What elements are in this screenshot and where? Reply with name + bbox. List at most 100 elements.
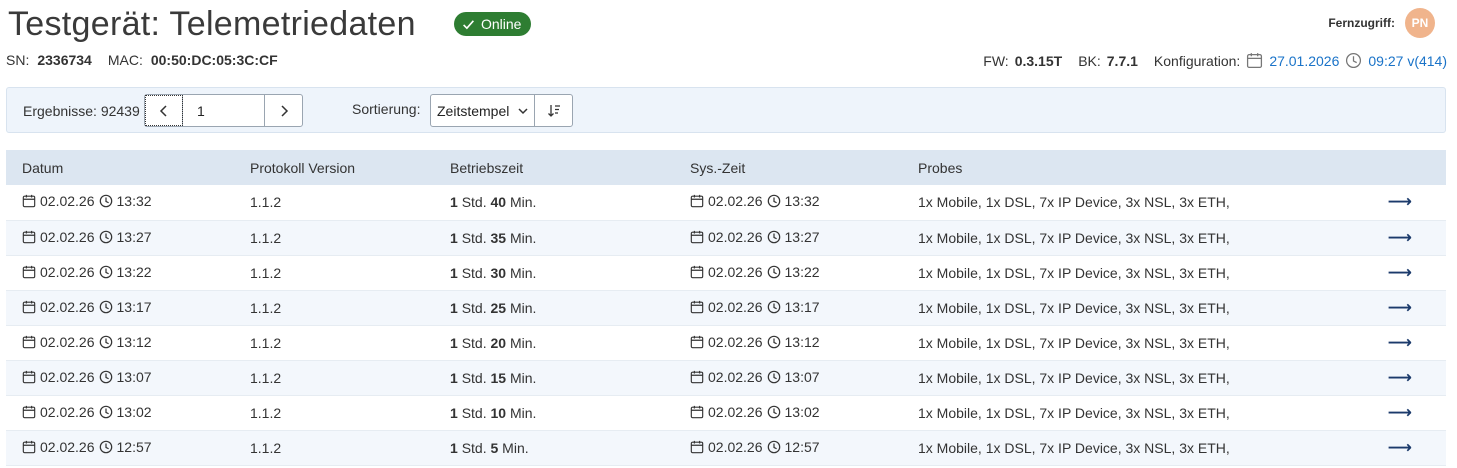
arrow-right-icon[interactable]: ⟶ <box>1388 228 1412 247</box>
cell-probes: 1x Mobile, 1x DSL, 7x IP Device, 3x NSL,… <box>902 395 1366 431</box>
calendar-icon <box>1247 53 1263 69</box>
table-row[interactable]: 02.02.26 13:27 1.1.2 1 Std. 35 Min. 02.02.26… <box>6 220 1446 256</box>
uptime-minutes: 30 <box>490 264 507 281</box>
uptime-hours: 1 <box>450 299 458 316</box>
calendar-icon <box>22 195 36 208</box>
arrow-right-icon[interactable]: ⟶ <box>1388 333 1412 352</box>
table-row[interactable]: 02.02.26 13:22 1.1.2 1 Std. 30 Min. 02.02.26… <box>6 255 1446 291</box>
table-row[interactable]: 02.02.26 13:12 1.1.2 1 Std. 20 Min. 02.02.26… <box>6 325 1446 361</box>
cell-sys-zeit: 02.02.26 13:07 <box>674 360 902 396</box>
uptime-minutes: 20 <box>490 334 507 351</box>
minutes-unit: Min. <box>509 369 537 386</box>
sort-control: Zeitstempel <box>430 94 573 127</box>
page-number-input[interactable]: 1 <box>183 95 264 126</box>
column-header-betriebszeit[interactable]: Betriebszeit <box>434 150 674 185</box>
arrow-right-icon[interactable]: ⟶ <box>1388 403 1412 422</box>
minutes-unit: Min. <box>509 299 537 316</box>
cell-protokoll-version: 1.1.2 <box>234 290 434 326</box>
cell-probes: 1x Mobile, 1x DSL, 7x IP Device, 3x NSL,… <box>902 185 1366 221</box>
status-label: Online <box>481 16 522 32</box>
cell-protokoll-version: 1.1.2 <box>234 360 434 396</box>
table-row[interactable]: 02.02.26 12:57 1.1.2 1 Std. 5 Min. 02.02.26 1… <box>6 430 1446 466</box>
cell-sys-zeit: 02.02.26 13:32 <box>674 185 902 221</box>
calendar-icon <box>690 195 704 208</box>
arrow-right-icon[interactable]: ⟶ <box>1388 438 1412 457</box>
time-value: 13:22 <box>116 263 152 280</box>
cell-betriebszeit: 1 Std. 10 Min. <box>434 395 674 431</box>
sort-label: Sortierung: <box>352 101 421 117</box>
column-header-sys-zeit[interactable]: Sys.-Zeit <box>674 150 902 185</box>
uptime-hours: 1 <box>450 334 458 351</box>
clock-icon <box>99 405 112 418</box>
clock-icon <box>767 300 780 313</box>
next-page-button[interactable] <box>264 95 302 126</box>
uptime-hours: 1 <box>450 264 458 281</box>
arrow-right-icon[interactable]: ⟶ <box>1388 368 1412 387</box>
cell-betriebszeit: 1 Std. 35 Min. <box>434 220 674 256</box>
sort-descending-icon <box>547 104 560 117</box>
uptime-hours: 1 <box>450 194 458 211</box>
cell-sys-zeit: 02.02.26 13:17 <box>674 290 902 326</box>
uptime-minutes: 15 <box>490 369 507 386</box>
arrow-right-icon[interactable]: ⟶ <box>1388 263 1412 282</box>
date-value: 02.02.26 <box>40 368 95 385</box>
minutes-unit: Min. <box>509 264 537 281</box>
chevron-left-icon <box>159 104 167 117</box>
table-row[interactable]: 02.02.26 13:17 1.1.2 1 Std. 25 Min. 02.02.26… <box>6 290 1446 326</box>
avatar[interactable]: PN <box>1405 8 1435 38</box>
table-body: 02.02.26 13:32 1.1.2 1 Std. 40 Min. 02.02.26… <box>6 185 1446 466</box>
calendar-icon <box>22 440 36 453</box>
uptime-hours: 1 <box>450 229 458 246</box>
arrow-right-icon[interactable]: ⟶ <box>1388 298 1412 317</box>
cell-sys-zeit: 02.02.26 12:57 <box>674 430 902 466</box>
clock-icon <box>99 230 112 243</box>
sys-date-value: 02.02.26 <box>708 403 763 420</box>
sort-select[interactable]: Zeitstempel <box>431 95 535 126</box>
cell-datum: 02.02.26 13:32 <box>6 185 234 221</box>
cell-action: ⟶ <box>1366 255 1446 291</box>
clock-icon <box>99 370 112 383</box>
calendar-icon <box>22 265 36 278</box>
cell-action: ⟶ <box>1366 290 1446 326</box>
hours-unit: Std. <box>461 404 487 421</box>
table-header-row: Datum Protokoll Version Betriebszeit Sys… <box>6 150 1446 185</box>
sys-date-value: 02.02.26 <box>708 298 763 315</box>
column-header-protokoll-version[interactable]: Protokoll Version <box>234 150 434 185</box>
sort-direction-button[interactable] <box>535 95 572 126</box>
pagination: 1 <box>144 94 303 127</box>
config-label: Konfiguration: <box>1153 52 1241 69</box>
calendar-icon <box>22 335 36 348</box>
calendar-icon <box>690 265 704 278</box>
config-time-link[interactable]: 09:27 v(414) <box>1368 53 1447 69</box>
table-row[interactable]: 02.02.26 13:07 1.1.2 1 Std. 15 Min. 02.02.26… <box>6 360 1446 396</box>
column-header-datum[interactable]: Datum <box>6 150 234 185</box>
chevron-down-icon <box>518 107 528 114</box>
config-date-link[interactable]: 27.01.2026 <box>1269 53 1339 69</box>
table-row[interactable]: 02.02.26 13:02 1.1.2 1 Std. 10 Min. 02.02.26… <box>6 395 1446 431</box>
time-value: 13:12 <box>116 333 152 350</box>
cell-sys-zeit: 02.02.26 13:27 <box>674 220 902 256</box>
hours-unit: Std. <box>461 299 487 316</box>
arrow-right-icon[interactable]: ⟶ <box>1388 192 1412 211</box>
date-value: 02.02.26 <box>40 298 95 315</box>
clock-icon <box>99 300 112 313</box>
table-row[interactable]: 02.02.26 13:32 1.1.2 1 Std. 40 Min. 02.02.26… <box>6 185 1446 221</box>
prev-page-button[interactable] <box>145 95 183 126</box>
hours-unit: Std. <box>461 264 487 281</box>
chevron-right-icon <box>280 104 288 117</box>
hours-unit: Std. <box>461 439 487 456</box>
sys-time-value: 13:27 <box>784 228 820 245</box>
cell-protokoll-version: 1.1.2 <box>234 395 434 431</box>
clock-icon <box>99 265 112 278</box>
uptime-minutes: 10 <box>490 404 507 421</box>
sys-date-value: 02.02.26 <box>708 368 763 385</box>
telemetry-table: Datum Protokoll Version Betriebszeit Sys… <box>6 150 1446 466</box>
sys-time-value: 13:17 <box>784 298 820 315</box>
sn-value: 2336734 <box>37 52 92 68</box>
cell-action: ⟶ <box>1366 220 1446 256</box>
check-icon <box>463 19 474 29</box>
column-header-probes[interactable]: Probes <box>902 150 1366 185</box>
date-value: 02.02.26 <box>40 228 95 245</box>
column-header-actions <box>1366 150 1446 185</box>
date-value: 02.02.26 <box>40 403 95 420</box>
